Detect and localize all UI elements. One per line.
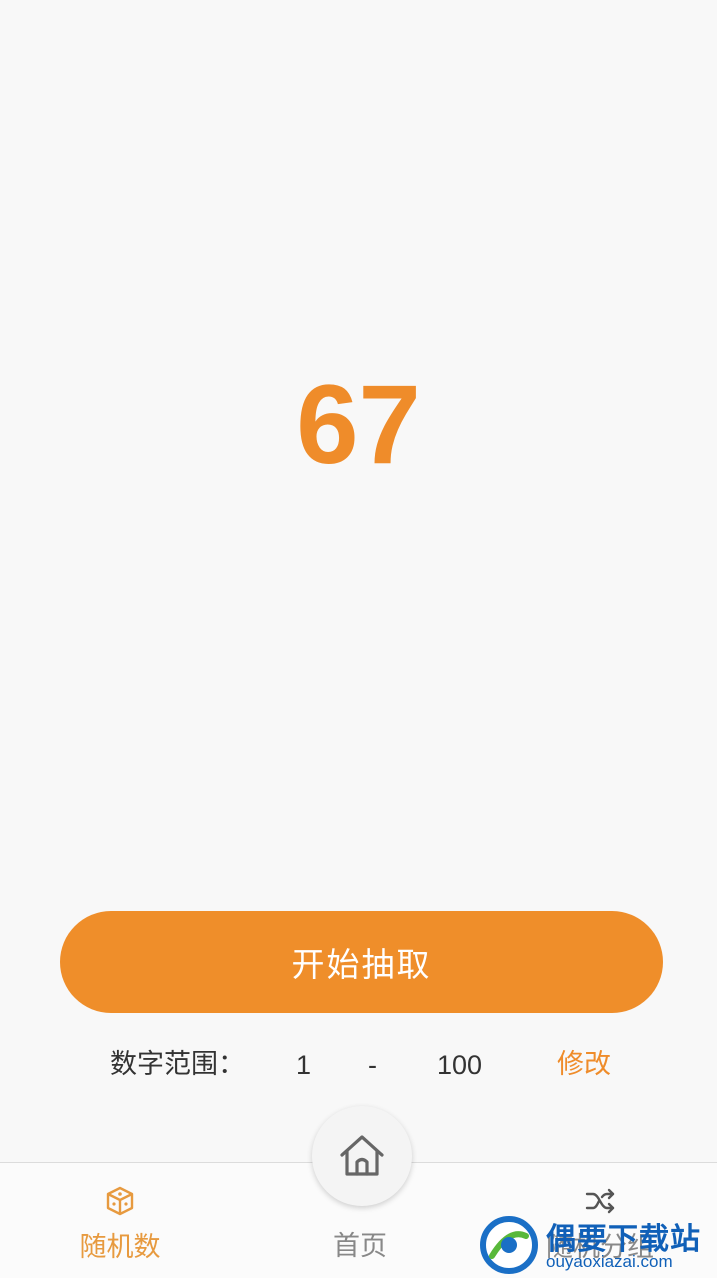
watermark-logo [480, 1216, 538, 1274]
number-range-row: 数字范围： 1 - 100 修改 [0, 1040, 717, 1090]
start-draw-button[interactable]: 开始抽取 [60, 911, 663, 1013]
range-min-value: 1 [296, 1050, 312, 1080]
range-max-value: 100 [437, 1050, 483, 1080]
tab-random-number[interactable]: 随机数 [0, 1163, 240, 1278]
range-separator: - [368, 1050, 377, 1080]
watermark-url: ouyaoxiazai.com [546, 1252, 673, 1271]
home-icon [340, 1135, 384, 1176]
tab-random-number-label: 随机数 [79, 1232, 161, 1263]
tab-home[interactable]: 首页 [240, 1224, 480, 1263]
site-watermark: 偶要下载站 ouyaoxiazai.com [474, 1212, 717, 1277]
dice-icon [106, 1186, 134, 1216]
home-button[interactable] [312, 1106, 412, 1206]
tab-home-label: 首页 [333, 1231, 387, 1262]
range-label: 数字范围： [110, 1049, 245, 1080]
random-number-display: 67 [296, 362, 421, 487]
edit-range-button[interactable]: 修改 [557, 1040, 611, 1090]
